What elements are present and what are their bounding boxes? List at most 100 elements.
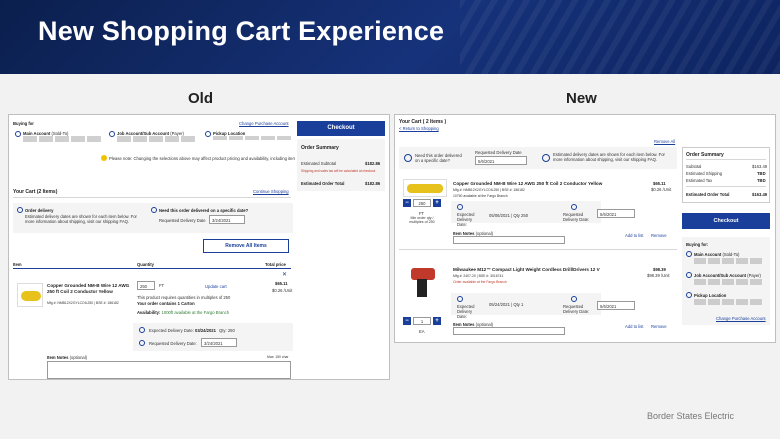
old-change-account-link[interactable]: Change Purchase Account [239,121,289,126]
new-item-2-decrement-button[interactable]: − [403,317,411,325]
new-main-account-address [694,258,764,264]
truck-icon [17,207,23,213]
calendar-icon [404,154,412,162]
new-item-2-increment-button[interactable]: + [433,317,441,325]
new-shipping-value: TBD [757,171,766,176]
old-subtotal-value: $182.86 [365,161,381,166]
new-buying-for: Buying for: [686,242,709,247]
new-item-1-availability: 10750 available at the Fargo Branch [453,194,508,198]
new-item-1-requested-input[interactable]: 5/6/2021 [597,209,635,218]
old-total-value: $182.86 [365,181,381,186]
calendar-icon [571,296,577,302]
new-job-account: Job Account/Sub Account (Payer) [694,273,761,278]
new-requested-date-label: Requested Delivery Date [475,150,522,155]
new-item-2-notes-input[interactable] [453,327,565,335]
new-item-1-expected-label: Expected Delivery Date: [457,212,475,227]
drill-handle-shape [417,279,427,297]
new-remove-all-link[interactable]: Remove All [654,139,675,144]
slide-title: New Shopping Cart Experience [38,16,445,46]
old-qty-input[interactable]: 250 [137,281,155,290]
old-continue-shopping-link[interactable]: Continue Shopping [253,189,289,194]
new-checkout-button[interactable]: Checkout [682,213,770,229]
old-subtotal-label: Estimated Subtotal [301,161,337,166]
pickup-icon [686,292,692,298]
wire-coil-shape [21,291,41,301]
old-requested-delivery-input[interactable]: 3/24/2021 [201,338,237,347]
new-shipping-label: Estimated Shipping [686,171,723,176]
old-notice: Please note: Changing the selections abo… [109,156,295,161]
calendar-icon [139,340,145,346]
divider [686,186,766,187]
job-account-icon [109,131,115,137]
old-product-image [17,283,43,307]
new-item-1-add-to-list[interactable]: Add to list [625,233,643,238]
new-item-2-qty-input[interactable]: 1 [413,317,431,325]
new-item-1-expected-value: 05/06/2021 | Qty 250 [489,213,529,218]
new-item-1-price: $65.11 [653,181,666,186]
old-checkout-button[interactable]: Checkout [297,121,385,136]
old-update-cart-link[interactable]: Update cart [205,284,227,289]
new-requested-date-input[interactable]: 5/6/2021 [475,156,527,165]
old-col-item: Item [13,262,22,267]
old-remove-item-icon[interactable]: ✕ [282,271,287,278]
new-subtotal-label: Subtotal [686,164,702,169]
new-item-1-unit-price: $0.26 /Unit [651,187,672,192]
new-item-2-remove[interactable]: Remove [651,324,667,329]
new-return-shopping-link[interactable]: < Return to Shopping [399,126,439,131]
new-item-1-decrement-button[interactable]: − [403,199,411,207]
label-new: New [566,90,597,107]
divider [13,197,291,198]
new-summary-title: Order Summary [686,152,724,158]
calendar-icon [571,204,577,210]
new-item-1-increment-button[interactable]: + [433,199,441,207]
new-delivery-note: Estimated delivery dates are shown for e… [553,152,665,162]
old-multiples-note: This product requires quantities in mult… [137,295,231,300]
account-icon [15,131,21,137]
old-price: $65.11 [275,281,288,286]
new-item-2-unit: EA [419,329,425,334]
old-item-notes-textarea[interactable] [47,361,291,379]
new-specific-date-question: Need this order delivered on a specific … [415,153,462,163]
new-main-account: Main Account (Sold-To) [694,252,740,257]
new-item-1-image [403,179,447,197]
old-contains-note: Your order contains 1 Carton [137,301,195,306]
new-item-2-requested-input[interactable]: 5/6/2021 [597,301,635,310]
truck-icon [457,204,463,210]
new-job-account-address [694,279,764,285]
old-requested-date-label: Requested Delivery Date [159,218,206,223]
new-item-1-min-note: Min order qty / multiples of 250 [409,216,435,224]
new-item-2-add-to-list[interactable]: Add to list [625,324,643,329]
old-remove-all-button[interactable]: Remove All Items [203,239,289,253]
company-footer: Border States Electric [646,411,734,421]
old-expected-delivery-value: 03/24/2021 [195,328,216,333]
old-requested-date-input[interactable]: 3/24/2021 [209,215,245,224]
new-item-2-requested-label: Requested Delivery Date: [563,304,590,314]
old-your-cart: Your Cart (2 Items) [13,189,58,195]
old-qty-unit: FT [159,283,165,288]
wire-coil-shape [407,184,443,193]
new-item-2-expected-label: Expected Delivery Date: [457,304,475,319]
new-your-cart: Your Cart ( 2 Items ) [399,119,447,125]
new-item-1-remove[interactable]: Remove [651,233,667,238]
new-item-1-qty-input[interactable]: 250 [413,199,431,207]
new-item-1-mfg: Mfg #: NMB12X2GYLCOIL250 | BSE #: 186182 [453,188,525,192]
new-item-1-name: Copper Grounded NM-B Wire 12 AWG 250 ft … [453,181,603,186]
new-cart-screenshot: Your Cart ( 2 Items ) < Return to Shoppi… [394,114,776,343]
truck-icon [457,296,463,302]
new-item-2-image [403,265,443,301]
pickup-icon [205,131,211,137]
old-cart-screenshot: Buying for Change Purchase Account Main … [8,114,390,380]
slide-header: New Shopping Cart Experience [0,0,780,74]
old-item-notes-label: Item Notes (optional) [47,355,88,360]
old-order-summary-title: Order Summary [301,145,339,151]
old-order-delivery: Order delivery [25,208,54,213]
new-item-1-notes-input[interactable] [453,236,565,244]
old-delivery-note: Estimated delivery dates are shown for e… [25,214,137,224]
new-pickup-location: Pickup Location [694,293,727,298]
old-product-name: Copper Grounded NM-B Wire 12 AWG 250 ft … [47,283,130,294]
divider [399,249,677,250]
old-item-notes-max: Max: 150 char [267,355,289,359]
old-total-label: Estimated Order Total [301,181,345,186]
new-subtotal-value: $163.49 [752,164,768,169]
new-change-account-link[interactable]: Change Purchase Account [716,316,766,321]
